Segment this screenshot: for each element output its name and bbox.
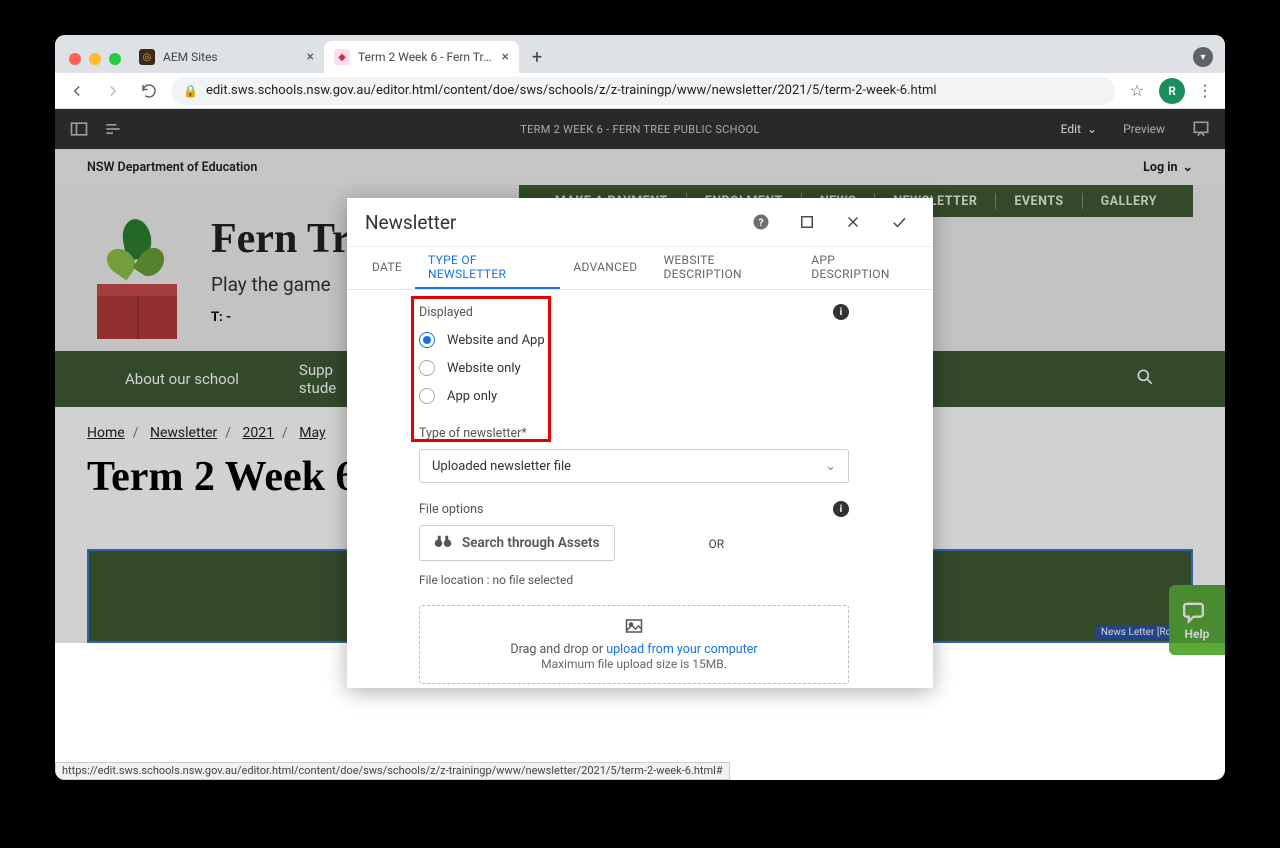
- info-icon[interactable]: i: [833, 304, 849, 320]
- aem-page-title: TERM 2 WEEK 6 - FERN TREE PUBLIC SCHOOL: [55, 123, 1225, 136]
- breadcrumb-item[interactable]: Newsletter: [150, 425, 217, 441]
- binoculars-icon: [434, 534, 452, 552]
- profile-dropdown-icon[interactable]: ▾: [1193, 47, 1213, 67]
- breadcrumb-item[interactable]: Home: [87, 425, 125, 441]
- favicon-icon: ◆: [334, 49, 350, 65]
- chevron-down-icon: ⌄: [825, 459, 836, 474]
- upload-max-note: Maximum file upload size is 15MB.: [432, 657, 836, 671]
- reload-button[interactable]: [135, 77, 163, 105]
- school-motto: Play the game: [211, 273, 351, 296]
- school-name: Fern Tr: [211, 215, 351, 263]
- tab-website-description[interactable]: WEBSITE DESCRIPTION: [650, 247, 798, 289]
- svg-text:?: ?: [758, 216, 763, 229]
- file-dropzone[interactable]: Drag and drop or upload from your comput…: [419, 605, 849, 684]
- tab-advanced[interactable]: ADVANCED: [560, 247, 650, 289]
- page-info-icon[interactable]: [103, 119, 123, 139]
- displayed-radio-group: Website and App Website only App only: [419, 332, 861, 404]
- type-label: Type of newsletter*: [419, 426, 527, 441]
- utility-nav-item[interactable]: GALLERY: [1083, 194, 1175, 209]
- browser-tabstrip: ◎ AEM Sites × ◆ Term 2 Week 6 - Fern Tre…: [55, 35, 1225, 73]
- browser-tab-newsletter[interactable]: ◆ Term 2 Week 6 - Fern Tree Pub ×: [324, 41, 519, 73]
- file-options-label: File options: [419, 502, 483, 517]
- newsletter-dialog: Newsletter ? DATE TYPE OF NEWSLETTER ADV…: [347, 198, 933, 688]
- tab-title: AEM Sites: [163, 50, 299, 64]
- radio-icon: [419, 360, 435, 376]
- forward-button[interactable]: [99, 77, 127, 105]
- back-button[interactable]: [63, 77, 91, 105]
- profile-avatar[interactable]: R: [1159, 78, 1185, 104]
- tab-app-description[interactable]: APP DESCRIPTION: [798, 247, 921, 289]
- status-bar: https://edit.sws.schools.nsw.gov.au/edit…: [55, 762, 730, 780]
- school-tel: T: -: [211, 310, 351, 325]
- lock-icon: 🔒: [183, 84, 198, 98]
- annotate-icon[interactable]: [1191, 119, 1211, 139]
- address-bar[interactable]: 🔒 edit.sws.schools.nsw.gov.au/editor.htm…: [171, 77, 1115, 105]
- url-text: edit.sws.schools.nsw.gov.au/editor.html/…: [206, 83, 937, 98]
- file-location: File location : no file selected: [419, 573, 861, 587]
- tab-type-of-newsletter[interactable]: TYPE OF NEWSLETTER: [415, 247, 560, 289]
- browser-menu-button[interactable]: ⋮: [1193, 81, 1217, 100]
- displayed-label: Displayed: [419, 305, 473, 320]
- mode-switcher[interactable]: Edit⌄: [1061, 122, 1097, 136]
- main-nav-item[interactable]: About our school: [125, 370, 239, 388]
- radio-icon: [419, 332, 435, 348]
- radio-icon: [419, 388, 435, 404]
- breadcrumb-item[interactable]: May: [299, 425, 325, 441]
- dialog-tabs: DATE TYPE OF NEWSLETTER ADVANCED WEBSITE…: [347, 246, 933, 290]
- browser-toolbar: 🔒 edit.sws.schools.nsw.gov.au/editor.htm…: [55, 73, 1225, 109]
- done-icon[interactable]: [883, 206, 915, 238]
- browser-tab-aem-sites[interactable]: ◎ AEM Sites ×: [129, 41, 324, 73]
- tab-title: Term 2 Week 6 - Fern Tree Pub: [358, 50, 494, 64]
- fullscreen-icon[interactable]: [791, 206, 823, 238]
- minimize-window-icon[interactable]: [89, 53, 101, 65]
- utility-nav-item[interactable]: EVENTS: [996, 194, 1081, 209]
- breadcrumb-item[interactable]: 2021: [243, 425, 274, 441]
- new-tab-button[interactable]: +: [523, 43, 551, 71]
- close-window-icon[interactable]: [69, 53, 81, 65]
- image-icon: [625, 618, 643, 634]
- tab-date[interactable]: DATE: [359, 247, 415, 289]
- aem-editor-bar: TERM 2 WEEK 6 - FERN TREE PUBLIC SCHOOL …: [55, 109, 1225, 149]
- side-panel-icon[interactable]: [69, 119, 89, 139]
- close-tab-icon[interactable]: ×: [307, 49, 314, 65]
- favicon-icon: ◎: [139, 49, 155, 65]
- chevron-down-icon: ⌄: [1087, 122, 1097, 136]
- upload-link[interactable]: upload from your computer: [606, 642, 757, 657]
- zoom-window-icon[interactable]: [109, 53, 121, 65]
- main-nav-item[interactable]: Supp stude: [299, 361, 336, 397]
- dialog-title: Newsletter: [365, 211, 731, 234]
- or-separator: OR: [709, 537, 725, 551]
- close-tab-icon[interactable]: ×: [502, 49, 509, 65]
- help-button[interactable]: Help: [1169, 585, 1225, 655]
- department-band: NSW Department of Education Log in⌄: [55, 149, 1225, 185]
- search-assets-button[interactable]: Search through Assets: [419, 525, 615, 561]
- type-of-newsletter-select[interactable]: Uploaded newsletter file ⌄: [419, 449, 849, 483]
- radio-website-and-app[interactable]: Website and App: [419, 332, 861, 348]
- radio-website-only[interactable]: Website only: [419, 360, 861, 376]
- school-logo: [87, 209, 187, 339]
- preview-button[interactable]: Preview: [1123, 122, 1165, 136]
- info-icon[interactable]: i: [833, 501, 849, 517]
- department-name: NSW Department of Education: [87, 160, 257, 175]
- window-controls: [65, 53, 129, 73]
- login-link[interactable]: Log in⌄: [1143, 159, 1193, 175]
- radio-app-only[interactable]: App only: [419, 388, 861, 404]
- bookmark-button[interactable]: ☆: [1123, 77, 1151, 105]
- help-icon[interactable]: ?: [745, 206, 777, 238]
- chevron-down-icon: ⌄: [1183, 159, 1193, 175]
- close-icon[interactable]: [837, 206, 869, 238]
- search-icon[interactable]: [1135, 367, 1155, 391]
